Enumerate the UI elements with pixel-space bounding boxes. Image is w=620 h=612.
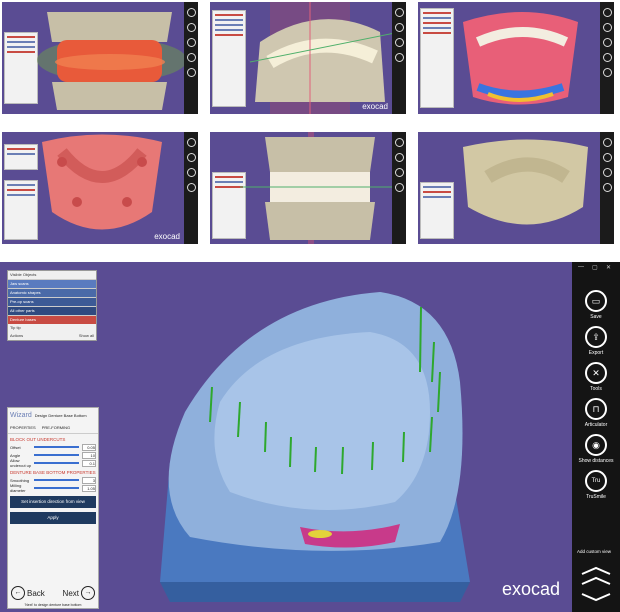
undercut-label: Allow undercut up	[10, 458, 32, 468]
thumbnail-occlusion-check[interactable]	[210, 132, 406, 244]
actions-button[interactable]: Actions	[10, 332, 23, 340]
object-row-pre-op-scans[interactable]: Pre-op scans	[8, 297, 96, 306]
thumb-logo: exocad	[362, 102, 388, 111]
back-button[interactable]: ← Back	[11, 586, 45, 600]
articulator-icon: ⊓	[585, 398, 607, 420]
show-distances-button[interactable]: ◉ Show distances	[572, 434, 620, 464]
next-arrow-icon: →	[81, 586, 95, 600]
object-visibility-panel: Visible Objects Jaw scans Anatomic shape…	[7, 270, 97, 341]
angle-slider[interactable]	[34, 454, 79, 456]
wizard-hint: 'Next' to design denture base bottom	[24, 603, 82, 607]
articulator-button[interactable]: ⊓ Articulator	[572, 398, 620, 428]
minimize-icon[interactable]: —	[578, 264, 584, 270]
offset-slider[interactable]	[34, 446, 79, 448]
section-denture-base-bottom: DENTURE BASE BOTTOM PROPERTIES	[10, 470, 96, 475]
main-viewport[interactable]: Visible Objects Jaw scans Anatomic shape…	[0, 262, 620, 612]
export-button[interactable]: ⇪ Export	[572, 326, 620, 356]
thumbnail-denture-base[interactable]	[418, 132, 614, 244]
thumbnail-gingiva-setup[interactable]	[418, 2, 614, 114]
show-distances-label: Show distances	[578, 458, 614, 464]
smoothing-slider[interactable]	[34, 479, 79, 481]
wizard-title: Wizard	[10, 411, 32, 419]
insertion-direction-button[interactable]: Set insertion direction from view	[10, 496, 96, 508]
tab-properties[interactable]: PROPERTIES	[10, 425, 36, 430]
articulator-label: Articulator	[584, 422, 608, 428]
object-row-jaw-scans[interactable]: Jaw scans	[8, 279, 96, 288]
tools-icon: ✕	[585, 362, 607, 384]
right-toolbar: — ▢ ✕ ▭ Save ⇪ Export ✕ Tools ⊓ Articulator …	[572, 262, 620, 612]
add-custom-view-label[interactable]: Add custom view	[574, 549, 614, 554]
save-button[interactable]: ▭ Save	[572, 290, 620, 320]
export-label: Export	[588, 350, 604, 356]
undercut-input[interactable]: 0.1	[82, 459, 96, 467]
object-row-anatomic-shapes[interactable]: Anatomic shapes	[8, 288, 96, 297]
maximize-icon[interactable]: ▢	[592, 264, 598, 271]
save-icon: ▭	[585, 290, 607, 312]
occlusion-check-image	[240, 132, 400, 244]
offset-label: Offset	[10, 444, 21, 450]
milling-slider[interactable]	[34, 487, 79, 489]
trusmile-label: TruSmile	[586, 494, 606, 500]
apply-button[interactable]: Apply	[10, 512, 96, 524]
show-all-button[interactable]: Show all	[79, 332, 94, 340]
thumbnail-model-articulation[interactable]	[2, 2, 198, 114]
object-list-header: Visible Objects	[10, 272, 37, 277]
model-articulation-image	[37, 12, 187, 110]
wizard-step-title: Design Denture Base Bottom	[34, 412, 87, 418]
back-label: Back	[27, 588, 45, 598]
next-button[interactable]: Next →	[63, 586, 95, 600]
thumb-logo: exocad	[154, 232, 180, 241]
tab-pre-forming[interactable]: PRE-FORMING	[42, 425, 70, 430]
milling-label: Milling diameter	[10, 483, 26, 493]
thumbnail-teeth-setup[interactable]: exocad	[210, 2, 406, 114]
smoothing-label: Smoothing	[10, 477, 30, 483]
teeth-setup-image	[249, 2, 401, 114]
exocad-logo: exocad	[501, 579, 560, 599]
close-icon[interactable]: ✕	[606, 264, 611, 271]
trusmile-icon: Tru	[585, 470, 607, 492]
milling-input[interactable]: 1.05	[82, 484, 96, 492]
distances-icon: ◉	[585, 434, 607, 456]
thumbnail-upper-teeth[interactable]: exocad	[2, 132, 198, 244]
denture-base-image	[463, 139, 588, 225]
save-label: Save	[590, 314, 602, 320]
angle-label: Angle	[10, 452, 21, 458]
trusmile-button[interactable]: Tru TruSmile	[572, 470, 620, 500]
object-row-all-other-parts[interactable]: All other parts	[8, 306, 96, 315]
offset-input[interactable]: 0.05	[82, 443, 96, 451]
section-block-out-undercuts: BLOCK OUT UNDERCUTS	[10, 437, 66, 442]
back-arrow-icon: ←	[11, 586, 25, 600]
wizard-panel: Wizard Design Denture Base Bottom PROPER…	[7, 407, 99, 609]
view-direction-icon[interactable]	[576, 564, 616, 604]
angle-input[interactable]: 10	[82, 451, 96, 459]
next-label: Next	[62, 588, 79, 598]
object-list-tip: Tip tip	[10, 325, 21, 330]
tools-label: Tools	[590, 386, 602, 392]
tools-button[interactable]: ✕ Tools	[572, 362, 620, 392]
gingiva-setup-image	[463, 12, 578, 105]
object-row-denture-bases[interactable]: Denture bases	[8, 315, 96, 324]
undercut-slider[interactable]	[34, 462, 79, 464]
upper-teeth-image	[42, 134, 162, 230]
smoothing-input[interactable]: 3	[82, 476, 96, 484]
export-icon: ⇪	[585, 326, 607, 348]
